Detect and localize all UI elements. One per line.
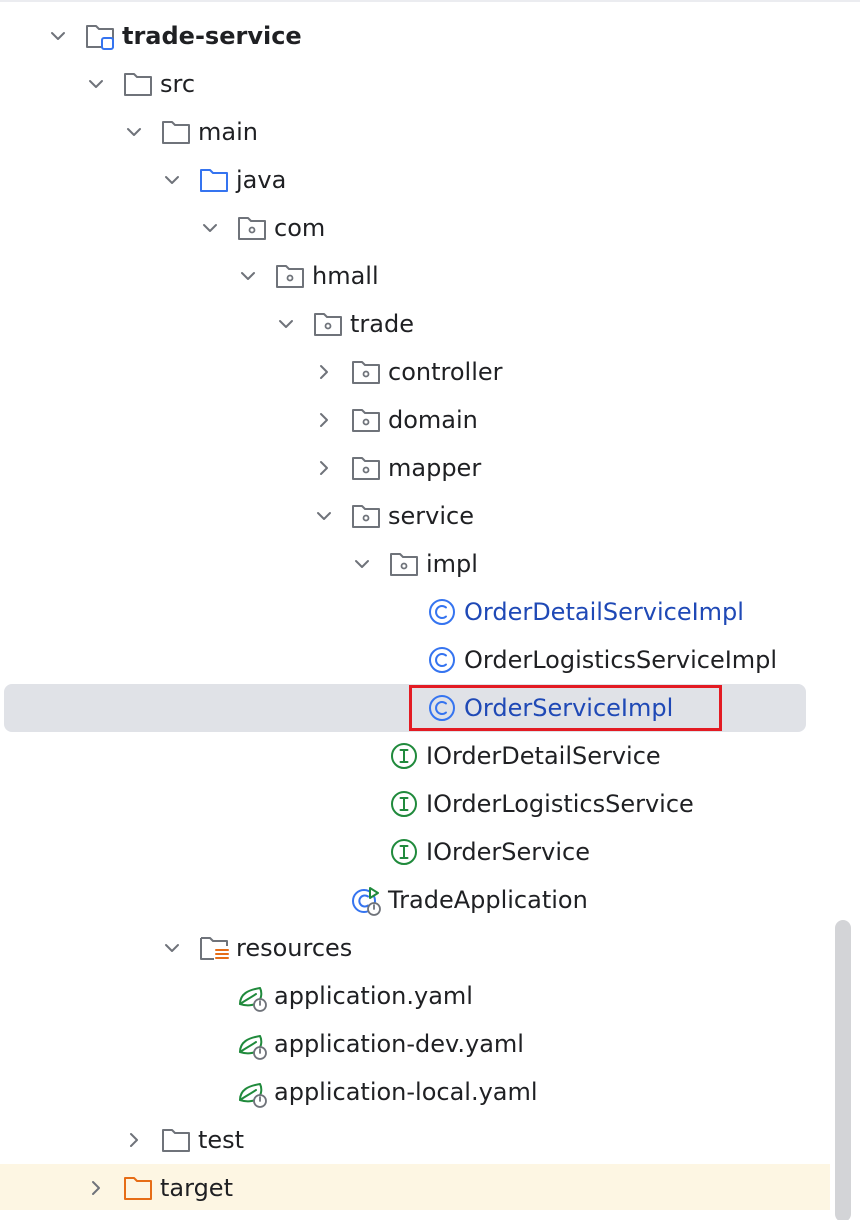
spring-boot-application-icon xyxy=(350,884,382,916)
module-folder-icon xyxy=(84,20,116,52)
tree-node-i-order-detail-service[interactable]: IOrderDetailService xyxy=(0,732,830,780)
package-icon xyxy=(388,548,420,580)
package-icon xyxy=(350,404,382,436)
folder-icon xyxy=(160,1124,192,1156)
tree-node-trade[interactable]: trade xyxy=(0,300,830,348)
package-icon xyxy=(274,260,306,292)
tree-node-label: TradeApplication xyxy=(388,886,588,914)
tree-node-label: mapper xyxy=(388,454,482,482)
tree-node-impl[interactable]: impl xyxy=(0,540,830,588)
tree-node-label: OrderLogisticsServiceImpl xyxy=(464,646,778,674)
tree-node-application-yaml[interactable]: application.yaml xyxy=(0,972,830,1020)
tree-node-java[interactable]: java xyxy=(0,156,830,204)
tree-node-label: IOrderDetailService xyxy=(426,742,661,770)
tree-node-application-dev-yaml[interactable]: application-dev.yaml xyxy=(0,1020,830,1068)
tree-node-label: target xyxy=(160,1174,233,1202)
tree-node-i-order-service[interactable]: IOrderService xyxy=(0,828,830,876)
folder-icon xyxy=(160,116,192,148)
tree-node-trade-service[interactable]: trade-service xyxy=(0,12,830,60)
tree-node-com[interactable]: com xyxy=(0,204,830,252)
tree-node-application-local-yaml[interactable]: application-local.yaml xyxy=(0,1068,830,1116)
tree-node-label: application.yaml xyxy=(274,982,473,1010)
chevron-down-icon[interactable] xyxy=(160,168,184,192)
tree-node-label: com xyxy=(274,214,326,242)
spring-config-icon xyxy=(236,1076,268,1108)
excluded-folder-icon xyxy=(122,1172,154,1204)
tree-node-target[interactable]: target xyxy=(0,1164,830,1212)
tree-node-label: controller xyxy=(388,358,503,386)
tree-node-label: src xyxy=(160,70,196,98)
chevron-right-icon[interactable] xyxy=(312,360,336,384)
tree-node-label: main xyxy=(198,118,258,146)
tree-node-label: java xyxy=(236,166,287,194)
tree-node-label: OrderDetailServiceImpl xyxy=(464,598,744,626)
tree-node-label: application-dev.yaml xyxy=(274,1030,524,1058)
chevron-down-icon[interactable] xyxy=(46,24,70,48)
tree-node-label: service xyxy=(388,502,474,530)
chevron-right-icon[interactable] xyxy=(312,456,336,480)
vertical-scrollbar[interactable] xyxy=(835,920,851,1220)
tree-node-controller[interactable]: controller xyxy=(0,348,830,396)
resources-folder-icon xyxy=(198,932,230,964)
tree-node-label: resources xyxy=(236,934,353,962)
tree-node-src[interactable]: src xyxy=(0,60,830,108)
tree-node-order-logistics-service-impl[interactable]: OrderLogisticsServiceImpl xyxy=(0,636,830,684)
package-icon xyxy=(350,356,382,388)
tree-node-main[interactable]: main xyxy=(0,108,830,156)
tree-node-label: trade xyxy=(350,310,414,338)
tree-node-resources[interactable]: resources xyxy=(0,924,830,972)
tree-node-trade-application[interactable]: TradeApplication xyxy=(0,876,830,924)
tree-node-i-order-logistics-service[interactable]: IOrderLogisticsService xyxy=(0,780,830,828)
tree-node-label: domain xyxy=(388,406,478,434)
chevron-down-icon[interactable] xyxy=(236,264,260,288)
tree-node-label: IOrderService xyxy=(426,838,590,866)
tree-node-test[interactable]: test xyxy=(0,1116,830,1164)
tree-node-order-detail-service-impl[interactable]: OrderDetailServiceImpl xyxy=(0,588,830,636)
project-tree: trade-service src main java com hmall tr… xyxy=(0,0,860,1220)
package-icon xyxy=(312,308,344,340)
tree-node-label: trade-service xyxy=(122,22,302,50)
tree-node-label: impl xyxy=(426,550,478,578)
chevron-down-icon[interactable] xyxy=(84,72,108,96)
chevron-right-icon[interactable] xyxy=(122,1128,146,1152)
chevron-down-icon[interactable] xyxy=(198,216,222,240)
spring-config-icon xyxy=(236,1028,268,1060)
tree-node-label: IOrderLogisticsService xyxy=(426,790,694,818)
package-icon xyxy=(350,452,382,484)
tree-node-mapper[interactable]: mapper xyxy=(0,444,830,492)
chevron-down-icon[interactable] xyxy=(350,552,374,576)
chevron-down-icon[interactable] xyxy=(274,312,298,336)
package-icon xyxy=(350,500,382,532)
tree-node-label: hmall xyxy=(312,262,379,290)
chevron-right-icon[interactable] xyxy=(84,1176,108,1200)
tree-node-domain[interactable]: domain xyxy=(0,396,830,444)
highlight-box xyxy=(409,685,722,731)
folder-icon xyxy=(122,68,154,100)
chevron-down-icon[interactable] xyxy=(122,120,146,144)
tree-node-service[interactable]: service xyxy=(0,492,830,540)
tree-node-label: test xyxy=(198,1126,245,1154)
interface-icon xyxy=(388,836,420,868)
package-icon xyxy=(236,212,268,244)
chevron-down-icon[interactable] xyxy=(160,936,184,960)
tree-node-label: application-local.yaml xyxy=(274,1078,538,1106)
source-folder-icon xyxy=(198,164,230,196)
tree-node-hmall[interactable]: hmall xyxy=(0,252,830,300)
chevron-right-icon[interactable] xyxy=(312,408,336,432)
spring-config-icon xyxy=(236,980,268,1012)
class-icon xyxy=(426,596,458,628)
class-icon xyxy=(426,644,458,676)
chevron-down-icon[interactable] xyxy=(312,504,336,528)
interface-icon xyxy=(388,788,420,820)
interface-icon xyxy=(388,740,420,772)
